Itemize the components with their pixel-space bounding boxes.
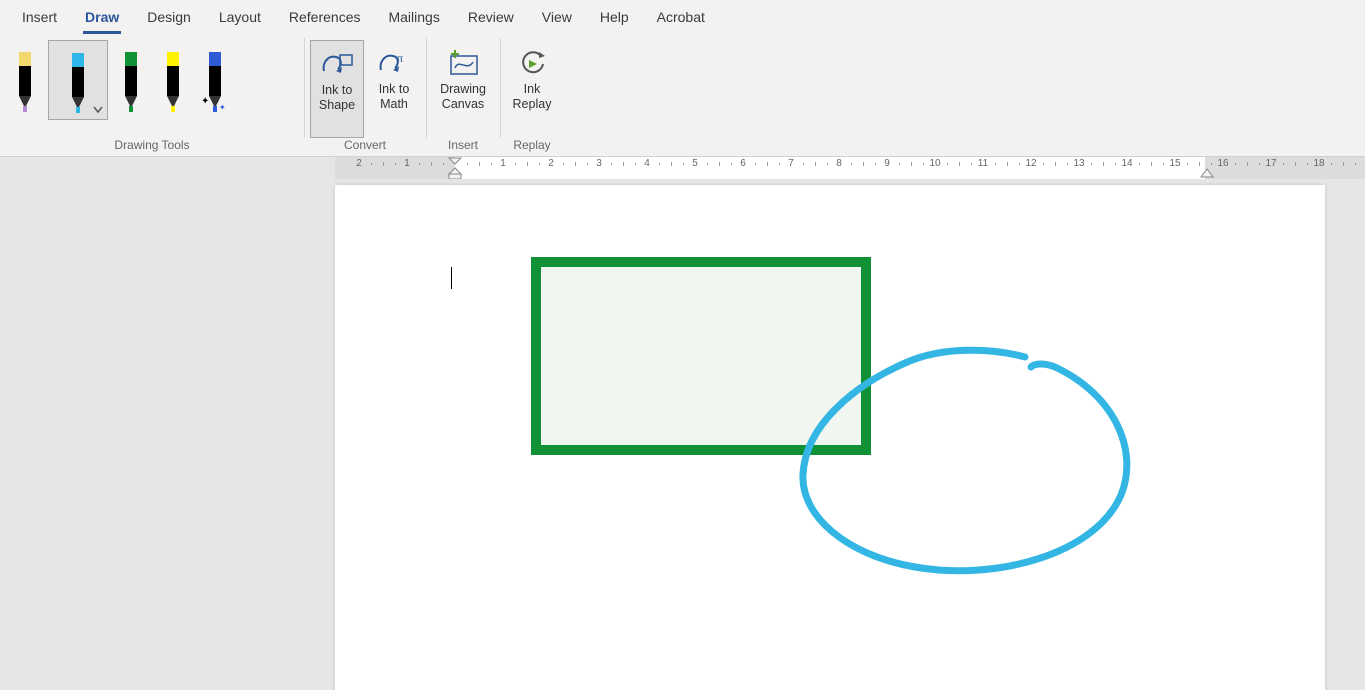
pen-cyan[interactable]	[48, 40, 108, 120]
pen-icon	[119, 52, 143, 112]
ruler-number: 3	[596, 158, 602, 169]
ink-to-shape-icon	[317, 45, 357, 83]
ruler-number: 12	[1025, 158, 1036, 169]
chevron-down-icon[interactable]	[93, 105, 103, 115]
drawing-canvas-icon	[443, 44, 483, 82]
group-insert: DrawingCanvas Insert	[426, 34, 500, 156]
first-line-indent-marker[interactable]	[447, 157, 463, 179]
ruler-number: 1	[500, 158, 506, 169]
right-indent-marker[interactable]	[1199, 167, 1215, 179]
document-page[interactable]	[335, 185, 1325, 690]
tab-references[interactable]: References	[275, 0, 375, 34]
ink-to-shape-button[interactable]: Ink toShape	[310, 40, 364, 138]
ribbon-tabs: Insert Draw Design Layout References Mai…	[0, 0, 1365, 34]
tab-insert[interactable]: Insert	[8, 0, 71, 34]
ruler-number: 1	[404, 158, 410, 169]
highlighter-yellow[interactable]	[154, 40, 192, 118]
ruler-number: 11	[978, 158, 988, 169]
ruler-number: 14	[1121, 158, 1132, 169]
pen-icon: ✦✦	[203, 52, 227, 112]
pen-icon	[66, 53, 90, 113]
svg-text:π: π	[397, 51, 403, 65]
group-label-convert: Convert	[310, 138, 420, 156]
ruler-number: 15	[1169, 158, 1180, 169]
ink-to-math-button[interactable]: π Ink toMath	[368, 40, 420, 136]
ink-to-shape-label: Ink toShape	[317, 83, 357, 113]
group-convert: Ink toShape π Ink toMath Convert	[304, 34, 426, 156]
ruler-number: 17	[1265, 158, 1276, 169]
group-replay: InkReplay Replay	[500, 34, 564, 156]
tab-design[interactable]: Design	[133, 0, 205, 34]
tab-acrobat[interactable]: Acrobat	[643, 0, 719, 34]
tab-mailings[interactable]: Mailings	[374, 0, 453, 34]
text-caret	[451, 267, 452, 289]
svg-text:✦: ✦	[219, 103, 226, 112]
group-label-insert: Insert	[432, 138, 494, 156]
pen-green[interactable]	[112, 40, 150, 118]
ruler-area: 21123456789101112131415161718	[0, 157, 1365, 179]
ruler-number: 6	[740, 158, 746, 169]
pen-blue-sparkle[interactable]: ✦✦	[196, 40, 234, 118]
tab-view[interactable]: View	[528, 0, 586, 34]
ink-replay-icon	[512, 44, 552, 82]
pen-yellow-black[interactable]	[6, 40, 44, 118]
ribbon: ✦✦ Drawing Tools Ink toShape	[0, 34, 1365, 157]
ruler-number: 16	[1217, 158, 1228, 169]
tab-help[interactable]: Help	[586, 0, 643, 34]
ruler-number: 2	[548, 158, 554, 169]
group-label-replay: Replay	[506, 138, 558, 156]
ruler-number: 18	[1313, 158, 1324, 169]
ruler-number: 8	[836, 158, 842, 169]
ruler-number: 13	[1073, 158, 1084, 169]
pen-icon	[161, 52, 185, 112]
group-drawing-tools: ✦✦ Drawing Tools	[0, 34, 304, 156]
ink-replay-label: InkReplay	[511, 82, 554, 112]
green-rectangle-shape[interactable]	[531, 257, 871, 455]
drawing-canvas-label: DrawingCanvas	[438, 82, 488, 112]
ruler-number: 7	[788, 158, 794, 169]
pen-icon	[13, 52, 37, 112]
horizontal-ruler[interactable]: 21123456789101112131415161718	[335, 157, 1365, 179]
ink-replay-button[interactable]: InkReplay	[506, 40, 558, 136]
ruler-number: 10	[929, 158, 940, 169]
tab-draw[interactable]: Draw	[71, 0, 133, 34]
group-label-drawing-tools: Drawing Tools	[6, 138, 298, 156]
ruler-number: 5	[692, 158, 698, 169]
drawing-canvas-button[interactable]: DrawingCanvas	[432, 40, 494, 136]
ruler-number: 2	[356, 158, 362, 169]
tab-layout[interactable]: Layout	[205, 0, 275, 34]
ruler-number: 4	[644, 158, 650, 169]
ruler-number: 9	[884, 158, 890, 169]
ink-to-math-label: Ink toMath	[377, 82, 412, 112]
document-workspace	[0, 179, 1365, 690]
svg-text:✦: ✦	[203, 96, 209, 107]
ink-to-math-icon: π	[374, 44, 414, 82]
pen-gallery: ✦✦	[6, 38, 298, 138]
tab-review[interactable]: Review	[454, 0, 528, 34]
